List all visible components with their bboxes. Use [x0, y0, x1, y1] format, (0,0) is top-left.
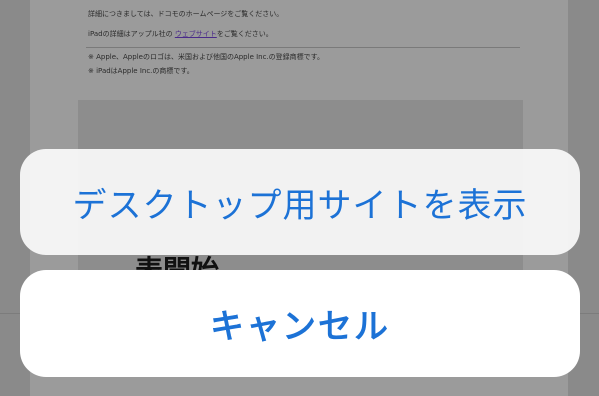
- page-note-apple-trademark: ※ Apple、Appleのロゴは、米国および他国のApple Inc.の登録商…: [88, 53, 324, 61]
- request-desktop-site-label: デスクトップ用サイトを表示: [72, 185, 528, 226]
- page-text-ipad-info: iPadの詳細はアップル社の ウェブサイトをご覧ください。: [88, 30, 273, 39]
- cancel-button[interactable]: キャンセル: [20, 270, 580, 377]
- page-text-ipad-prefix: iPadの詳細はアップル社の: [88, 30, 175, 38]
- page-divider: [86, 47, 520, 48]
- page-text-ipad-suffix: をご覧ください。: [216, 30, 273, 38]
- screen: 詳細につきましては、ドコモのホームページをご覧ください。 iPadの詳細はアップ…: [0, 0, 599, 396]
- page-text-docomo-info: 詳細につきましては、ドコモのホームページをご覧ください。: [88, 10, 284, 18]
- request-desktop-site-button[interactable]: デスクトップ用サイトを表示: [20, 149, 580, 255]
- page-heading: 表開始: [135, 254, 220, 271]
- page-link-website[interactable]: ウェブサイト: [175, 30, 217, 38]
- page-note-ipad-trademark: ※ iPadはApple Inc.の商標です。: [88, 67, 194, 75]
- cancel-button-label: キャンセル: [210, 307, 390, 347]
